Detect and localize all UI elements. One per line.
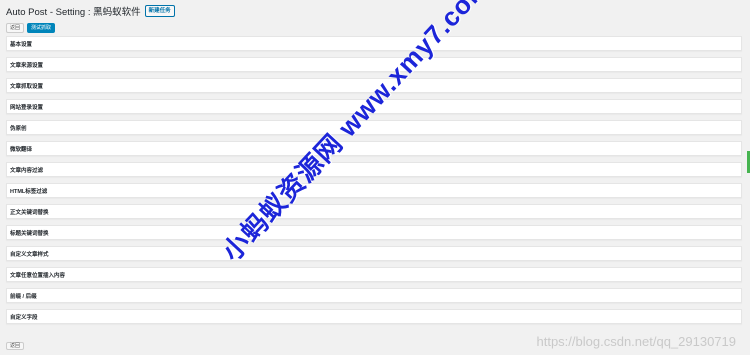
section-prefix-suffix[interactable]: 前缀 / 后缀 <box>6 288 742 303</box>
section-label: 标题关键词替换 <box>10 230 49 237</box>
section-label: 正文关键词替换 <box>10 209 49 216</box>
footer-actions: 返回 <box>6 334 25 352</box>
page-header: Auto Post - Setting : 黑蚂蚁软件 新建任务 <box>6 4 175 18</box>
section-custom-article-style[interactable]: 自定义文章样式 <box>6 246 742 261</box>
section-html-tag-filter[interactable]: HTML标签过滤 <box>6 183 742 198</box>
section-label: 自定义字段 <box>10 314 38 321</box>
page-title: Auto Post - Setting : 黑蚂蚁软件 <box>6 7 141 18</box>
section-label: 前缀 / 后缀 <box>10 293 37 300</box>
section-insert-content[interactable]: 文章任意位置插入内容 <box>6 267 742 282</box>
test-fetch-button[interactable]: 测试抓取 <box>27 23 56 33</box>
section-label: 伪原创 <box>10 125 27 132</box>
section-label: 文章来源设置 <box>10 62 44 69</box>
section-label: 网站登录设置 <box>10 104 44 111</box>
section-label: 文章内容过滤 <box>10 167 44 174</box>
section-label: HTML标签过滤 <box>10 188 48 195</box>
section-label: 自定义文章样式 <box>10 251 49 258</box>
url-watermark: https://blog.csdn.net/qq_29130719 <box>536 334 737 349</box>
add-task-button[interactable]: 新建任务 <box>144 5 175 17</box>
section-content-filter[interactable]: 文章内容过滤 <box>6 162 742 177</box>
section-label: 微软翻译 <box>10 146 33 153</box>
section-custom-fields[interactable]: 自定义字段 <box>6 309 742 324</box>
top-actions: 返回 测试抓取 <box>6 23 56 33</box>
section-label: 基本设置 <box>10 41 33 48</box>
section-basic-settings[interactable]: 基本设置 <box>6 36 742 51</box>
section-body-keyword-replace[interactable]: 正文关键词替换 <box>6 204 742 219</box>
section-label: 文章抓取设置 <box>10 83 44 90</box>
section-label: 文章任意位置插入内容 <box>10 272 66 279</box>
back-button[interactable]: 返回 <box>6 23 25 33</box>
footer-back-button[interactable]: 返回 <box>6 342 25 350</box>
section-microsoft-translate[interactable]: 微软翻译 <box>6 141 742 156</box>
section-title-keyword-replace[interactable]: 标题关键词替换 <box>6 225 742 240</box>
